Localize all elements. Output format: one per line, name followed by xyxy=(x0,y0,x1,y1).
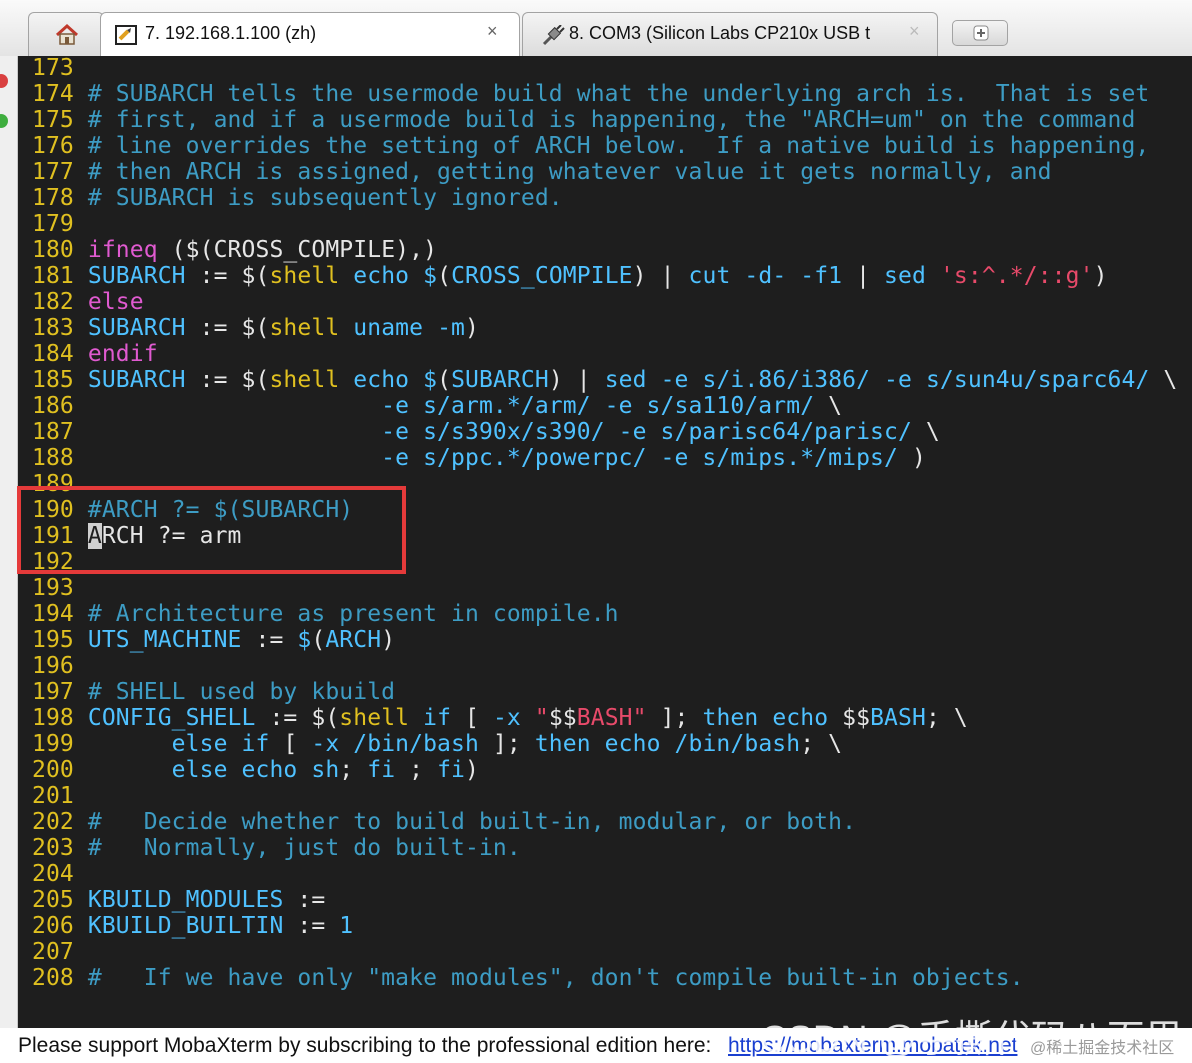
code-line: 201 xyxy=(32,783,1177,809)
line-number: 205 xyxy=(32,887,74,913)
code-line: 182 else xyxy=(32,289,144,315)
code-line: 183 SUBARCH := $(shell uname -m) xyxy=(32,315,479,341)
code-line: 197 # SHELL used by kbuild xyxy=(32,679,396,705)
tab-com-session[interactable]: 8. COM3 (Silicon Labs CP210x USB t × xyxy=(522,12,938,56)
line-number: 188 xyxy=(32,445,74,471)
code-line: 206 KBUILD_BUILTIN := 1 xyxy=(32,913,354,939)
line-number: 190 xyxy=(32,497,74,523)
code-line: 196 xyxy=(32,653,1177,679)
line-number: 200 xyxy=(32,757,74,783)
line-number: 203 xyxy=(32,835,74,861)
status-dot-green xyxy=(0,114,8,128)
vim-editor-content: 173 174 # SUBARCH tells the usermode bui… xyxy=(32,56,1177,991)
code-line: 202 # Decide whether to build built-in, … xyxy=(32,809,857,835)
code-line: 179 xyxy=(32,211,1177,237)
code-line: 208 # If we have only "make modules", do… xyxy=(32,965,1024,991)
code-line: 195 UTS_MACHINE := $(ARCH) xyxy=(32,627,396,653)
code-line: 200 else echo sh; fi ; fi) xyxy=(32,757,479,783)
new-tab-button[interactable] xyxy=(952,20,1008,46)
left-sidebar-strip xyxy=(0,56,18,1028)
line-number: 204 xyxy=(32,861,74,887)
line-number: 197 xyxy=(32,679,74,705)
line-number: 182 xyxy=(32,289,74,315)
plus-icon xyxy=(973,25,989,41)
close-icon[interactable]: × xyxy=(487,21,498,42)
serial-plug-icon xyxy=(541,24,565,46)
line-number: 183 xyxy=(32,315,74,341)
line-number: 196 xyxy=(32,653,74,679)
line-number: 194 xyxy=(32,601,74,627)
line-number: 178 xyxy=(32,185,74,211)
line-number: 207 xyxy=(32,939,74,965)
line-number: 187 xyxy=(32,419,74,445)
text-cursor: A xyxy=(87,523,102,549)
code-line: 188 -e s/ppc.*/powerpc/ -e s/mips.*/mips… xyxy=(32,445,926,471)
code-line: 180 ifneq ($(CROSS_COMPILE),) xyxy=(32,237,438,263)
line-number: 189 xyxy=(32,471,74,497)
line-number: 201 xyxy=(32,783,74,809)
terminal-session-icon xyxy=(115,25,137,45)
code-line: 207 xyxy=(32,939,1177,965)
line-number: 179 xyxy=(32,211,74,237)
code-line: 194 # Architecture as present in compile… xyxy=(32,601,619,627)
code-line: 199 else if [ -x /bin/bash ]; then echo … xyxy=(32,731,843,757)
code-line: 186 -e s/arm.*/arm/ -e s/sa110/arm/ \ xyxy=(32,393,843,419)
line-number: 180 xyxy=(32,237,74,263)
status-dot-red xyxy=(0,74,8,88)
code-line: 205 KBUILD_MODULES := xyxy=(32,887,326,913)
home-icon xyxy=(55,23,79,47)
code-line: 203 # Normally, just do built-in. xyxy=(32,835,521,861)
code-line: 191 ARCH ?= arm xyxy=(32,523,242,549)
line-number: 208 xyxy=(32,965,74,991)
line-number: 185 xyxy=(32,367,74,393)
line-number: 202 xyxy=(32,809,74,835)
line-number: 186 xyxy=(32,393,74,419)
line-number: 191 xyxy=(32,523,74,549)
line-number: 177 xyxy=(32,159,74,185)
code-line: 181 SUBARCH := $(shell echo $(CROSS_COMP… xyxy=(32,263,1108,289)
line-number: 192 xyxy=(32,549,74,575)
code-line: 192 xyxy=(32,549,1177,575)
code-line: 175 # first, and if a usermode build is … xyxy=(32,107,1136,133)
line-number: 184 xyxy=(32,341,74,367)
code-line: 185 SUBARCH := $(shell echo $(SUBARCH) |… xyxy=(32,367,1178,393)
line-number: 199 xyxy=(32,731,74,757)
tab-bar: 7. 192.168.1.100 (zh) × 8. COM3 (Silicon… xyxy=(0,0,1192,57)
code-line: 190 #ARCH ?= $(SUBARCH) xyxy=(32,497,354,523)
line-number: 181 xyxy=(32,263,74,289)
code-line: 189 xyxy=(32,471,1177,497)
code-line: 198 CONFIG_SHELL := $(shell if [ -x "$$B… xyxy=(32,705,968,731)
line-number: 174 xyxy=(32,81,74,107)
line-number: 198 xyxy=(32,705,74,731)
code-line: 177 # then ARCH is assigned, getting wha… xyxy=(32,159,1052,185)
code-line: 178 # SUBARCH is subsequently ignored. xyxy=(32,185,563,211)
tab-ssh-session[interactable]: 7. 192.168.1.100 (zh) × xyxy=(100,12,520,56)
terminal-view[interactable]: 173 174 # SUBARCH tells the usermode bui… xyxy=(18,56,1192,1028)
code-line: 187 -e s/s390x/s390/ -e s/parisc64/paris… xyxy=(32,419,940,445)
status-message: Please support MobaXterm by subscribing … xyxy=(18,1034,712,1057)
code-line: 204 xyxy=(32,861,1177,887)
code-line: 174 # SUBARCH tells the usermode build w… xyxy=(32,81,1150,107)
line-number: 175 xyxy=(32,107,74,133)
line-number: 176 xyxy=(32,133,74,159)
tab-ssh-label: 7. 192.168.1.100 (zh) xyxy=(145,23,317,43)
line-number: 195 xyxy=(32,627,74,653)
line-number: 193 xyxy=(32,575,74,601)
code-line: 176 # line overrides the setting of ARCH… xyxy=(32,133,1150,159)
line-number: 173 xyxy=(32,56,74,81)
close-icon[interactable]: × xyxy=(909,21,920,42)
code-line: 193 xyxy=(32,575,1177,601)
tab-com-label: 8. COM3 (Silicon Labs CP210x USB t xyxy=(569,23,871,43)
code-line: 184 endif xyxy=(32,341,158,367)
line-number: 206 xyxy=(32,913,74,939)
code-line: 173 xyxy=(32,56,1177,81)
tab-home[interactable] xyxy=(28,12,104,56)
juejin-watermark: @稀土掘金技术社区 xyxy=(1030,1040,1175,1057)
